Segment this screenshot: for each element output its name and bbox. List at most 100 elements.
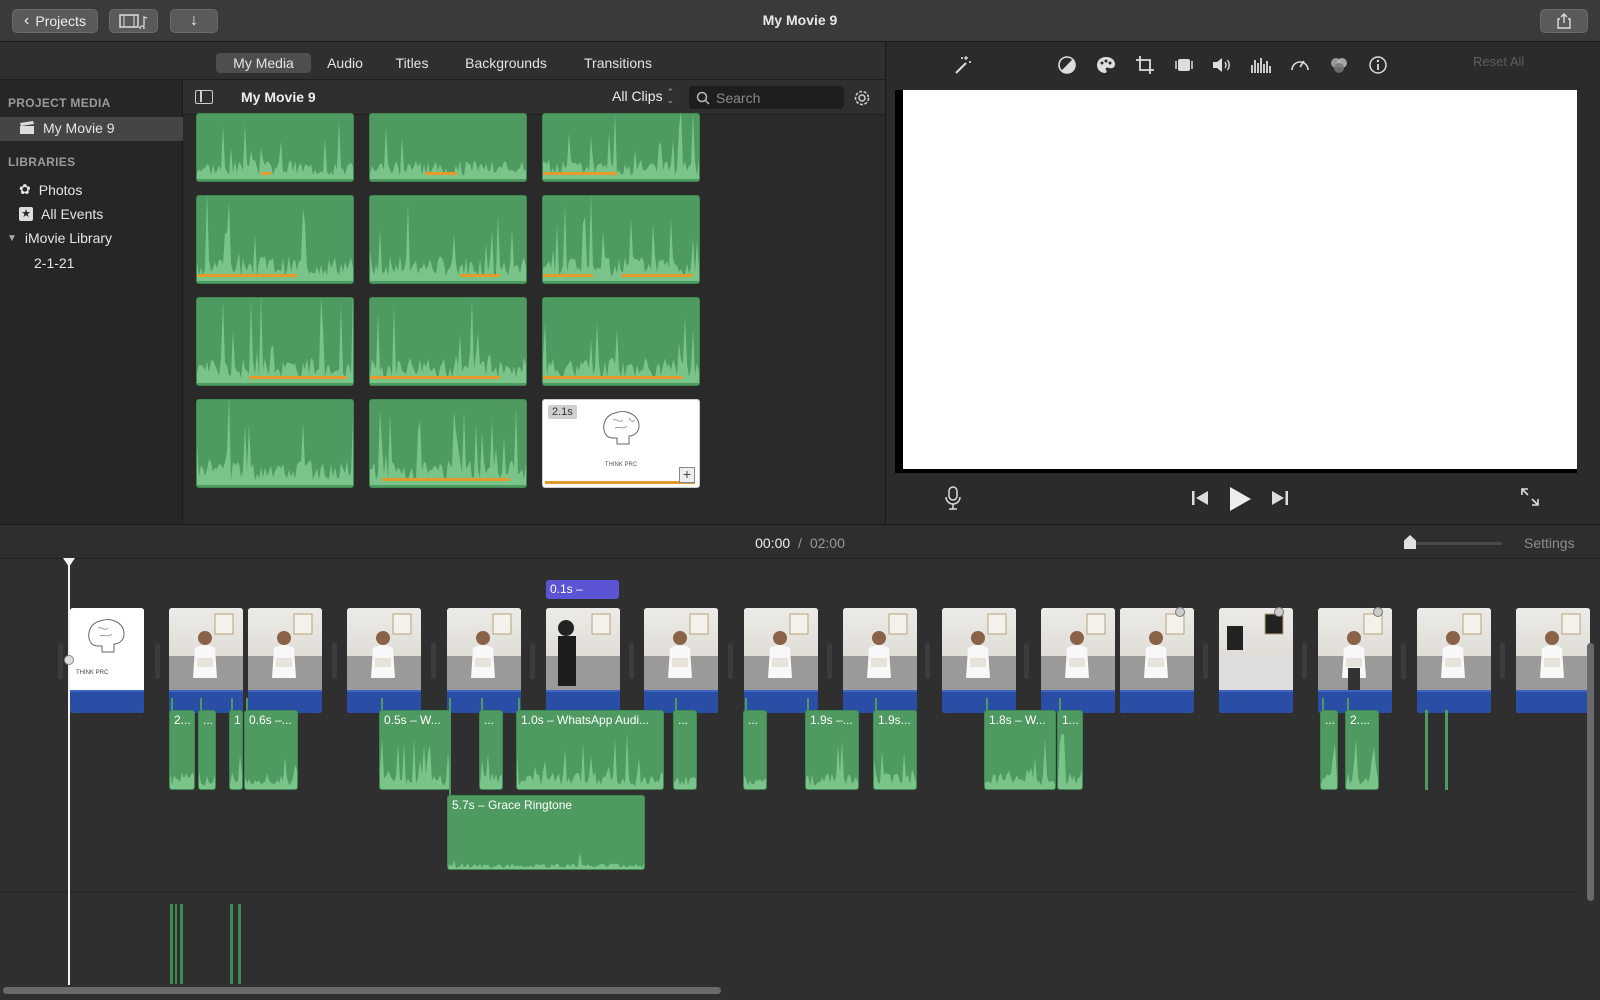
sidebar-item-all-events[interactable]: ★ All Events [19, 206, 103, 222]
video-clip[interactable] [447, 608, 521, 713]
projects-button[interactable]: ‹ Projects [12, 9, 98, 33]
audio-clip[interactable]: ... [673, 710, 697, 790]
playhead[interactable] [63, 558, 75, 985]
audio-clip-thumbnail[interactable] [196, 399, 354, 488]
video-clip[interactable] [546, 608, 620, 713]
reset-all-button[interactable]: Reset All [1473, 54, 1524, 69]
audio-clip[interactable]: 1.0s – WhatsApp Audi... [516, 710, 664, 790]
color-balance-icon[interactable] [1054, 52, 1080, 78]
audio-clip-thumbnail[interactable] [369, 297, 527, 386]
audio-clip-thumbnail[interactable] [196, 195, 354, 284]
import-button[interactable]: ↓ [170, 9, 218, 33]
clip-gap-handle[interactable] [530, 643, 535, 679]
share-button[interactable] [1540, 9, 1588, 33]
clip-gap-handle[interactable] [827, 643, 832, 679]
search-field[interactable]: Search [689, 86, 844, 109]
title-clip-thumbnail[interactable]: 2.1s THINK PRC + [542, 399, 700, 488]
volume-keyframe-handle[interactable] [1373, 607, 1383, 617]
video-clip[interactable]: THINK PRC [70, 608, 144, 713]
audio-clip-thumbnail[interactable] [542, 195, 700, 284]
skip-back-icon[interactable] [1191, 489, 1209, 507]
microphone-icon[interactable] [945, 486, 961, 510]
clip-gap-handle[interactable] [728, 643, 733, 679]
clip-gap-handle[interactable] [925, 643, 930, 679]
video-clip[interactable] [1219, 608, 1293, 713]
music-track-sliver[interactable] [230, 904, 233, 984]
music-track-sliver[interactable] [238, 904, 241, 984]
volume-keyframe-handle[interactable] [1274, 607, 1284, 617]
zoom-slider[interactable] [1404, 535, 1502, 549]
crop-icon[interactable] [1132, 52, 1158, 78]
audio-clip-thumbnail[interactable] [196, 113, 354, 182]
sidebar-item-event[interactable]: 2-1-21 [34, 255, 74, 271]
volume-icon[interactable] [1209, 52, 1235, 78]
audio-clip[interactable]: 0.6s –... [244, 710, 298, 790]
audio-clip-thumbnail[interactable] [369, 195, 527, 284]
tab-backgrounds[interactable]: Backgrounds [460, 53, 552, 73]
clip-gap-handle[interactable] [1401, 643, 1406, 679]
video-clip[interactable] [644, 608, 718, 713]
clip-filter-select[interactable]: All Clips ⌃ ⌄ [612, 88, 674, 105]
fullscreen-icon[interactable] [1520, 487, 1540, 507]
audio-clip[interactable]: 1.9s –... [805, 710, 859, 790]
audio-clip-ringtone[interactable]: 5.7s – Grace Ringtone [447, 795, 645, 870]
clip-gap-handle[interactable] [629, 643, 634, 679]
clip-gap-handle[interactable] [1302, 643, 1307, 679]
audio-clip[interactable]: ... [198, 710, 216, 790]
timeline-settings-button[interactable]: Settings [1524, 535, 1575, 551]
clip-gap-handle[interactable] [155, 643, 160, 679]
music-track-sliver[interactable] [180, 904, 183, 984]
transition-label[interactable]: 0.1s – [546, 580, 619, 599]
tab-my-media[interactable]: My Media [216, 53, 311, 73]
video-clip[interactable] [347, 608, 421, 713]
music-track-sliver[interactable] [170, 904, 173, 984]
filters-overlap-icon[interactable] [1326, 52, 1352, 78]
audio-clip[interactable]: 1... [1057, 710, 1083, 790]
volume-keyframe-handle[interactable] [1175, 607, 1185, 617]
tab-transitions[interactable]: Transitions [578, 53, 658, 73]
audio-sliver[interactable] [1425, 710, 1428, 790]
horizontal-scrollbar[interactable] [3, 987, 721, 994]
tab-titles[interactable]: Titles [388, 53, 436, 73]
stabilization-camera-icon[interactable] [1171, 52, 1197, 78]
playhead-handle[interactable] [63, 558, 75, 567]
video-clip[interactable] [1516, 608, 1590, 713]
video-clip[interactable] [1120, 608, 1194, 713]
add-clip-button[interactable]: + [679, 467, 695, 483]
audio-clip-thumbnail[interactable] [542, 113, 700, 182]
speed-icon[interactable] [1287, 52, 1313, 78]
clip-gap-handle[interactable] [1203, 643, 1208, 679]
magic-wand-icon[interactable] [950, 52, 976, 78]
info-icon[interactable] [1365, 52, 1391, 78]
video-clip[interactable] [248, 608, 322, 713]
gear-icon[interactable] [852, 88, 872, 108]
clip-gap-handle[interactable] [58, 643, 63, 679]
sidebar-toggle-icon[interactable] [195, 90, 213, 104]
audio-clip[interactable]: 1.8s – W... [984, 710, 1056, 790]
skip-forward-icon[interactable] [1271, 489, 1289, 507]
video-clip[interactable] [1041, 608, 1115, 713]
audio-clip-thumbnail[interactable] [542, 297, 700, 386]
audio-clip[interactable]: ... [743, 710, 767, 790]
audio-clip[interactable]: 2.... [1345, 710, 1379, 790]
audio-clip[interactable]: 1.9s... [873, 710, 917, 790]
color-palette-icon[interactable] [1093, 52, 1119, 78]
sidebar-item-my-movie[interactable]: My Movie 9 [19, 120, 115, 136]
clip-gap-handle[interactable] [332, 643, 337, 679]
audio-clip[interactable]: 2... [169, 710, 195, 790]
audio-clip[interactable]: ... [479, 710, 503, 790]
clip-gap-handle[interactable] [431, 643, 436, 679]
audio-clip[interactable]: 1 [229, 710, 243, 790]
tab-audio[interactable]: Audio [320, 53, 370, 73]
sidebar-item-imovie-library[interactable]: ▼ iMovie Library [7, 230, 112, 246]
audio-clip-thumbnail[interactable] [369, 113, 527, 182]
audio-clip[interactable]: ... [1320, 710, 1338, 790]
video-clip[interactable] [843, 608, 917, 713]
media-import-button[interactable] [109, 9, 158, 33]
equalizer-icon[interactable] [1248, 52, 1274, 78]
sidebar-item-photos[interactable]: ✿ Photos [19, 181, 82, 198]
clip-gap-handle[interactable] [1024, 643, 1029, 679]
video-clip[interactable] [1417, 608, 1491, 713]
disclosure-triangle-icon[interactable]: ▼ [7, 233, 17, 244]
audio-clip[interactable]: 0.5s – W... [379, 710, 451, 790]
